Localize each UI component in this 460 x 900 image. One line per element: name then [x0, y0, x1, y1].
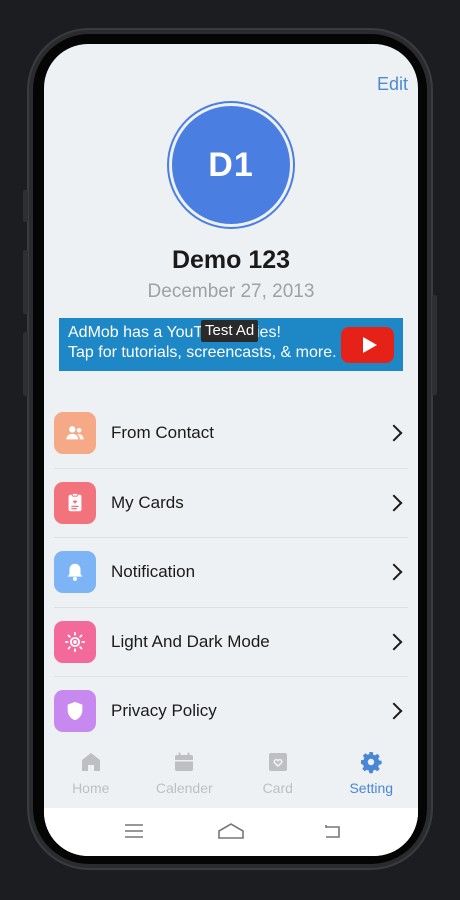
menu-icon[interactable] — [124, 822, 144, 840]
bottom-tab-bar: Home Calender Card Setting — [44, 736, 418, 808]
avatar-initials: D1 — [208, 145, 254, 184]
chevron-right-icon — [385, 563, 403, 581]
menu-item-label: Notification — [111, 562, 196, 582]
menu-item-notification[interactable]: Notification — [54, 538, 408, 608]
tab-label: Card — [262, 780, 293, 796]
home-icon — [81, 753, 100, 771]
tab-setting[interactable]: Setting — [325, 736, 419, 808]
side-button-mute — [23, 190, 28, 222]
system-nav-bar — [44, 808, 418, 856]
chevron-right-icon — [385, 494, 403, 512]
tab-label: Calender — [155, 780, 213, 796]
side-button-power — [432, 295, 437, 395]
settings-menu: From Contact My Cards Notification Light… — [54, 399, 408, 747]
menu-item-label: Light And Dark Mode — [111, 631, 270, 651]
chevron-right-icon — [385, 424, 403, 442]
tab-calender[interactable]: Calender — [138, 736, 232, 808]
app-screen: Edit D1 Demo 123 December 27, 2013 AdMob… — [44, 44, 418, 856]
chevron-right-icon — [385, 633, 403, 651]
side-button-volume-down — [23, 332, 28, 396]
avatar[interactable]: D1 — [169, 103, 293, 227]
profile-name: Demo 123 — [171, 246, 291, 274]
test-ad-badge: Test Ad — [201, 320, 259, 342]
profile-date: December 27, 2013 — [147, 281, 315, 302]
edit-button[interactable]: Edit — [377, 74, 408, 95]
ad-banner[interactable]: AdMob has a YouTube series! Tap for tuto… — [59, 318, 403, 371]
menu-item-light-dark-mode[interactable]: Light And Dark Mode — [54, 608, 408, 677]
calendar-icon — [175, 752, 194, 771]
tab-home[interactable]: Home — [44, 736, 138, 808]
back-icon[interactable] — [323, 822, 343, 840]
sun-icon — [54, 620, 96, 663]
notch — [186, 34, 276, 40]
gear-icon — [361, 752, 382, 774]
tab-label: Setting — [349, 780, 394, 796]
youtube-play-icon[interactable] — [341, 327, 394, 363]
home-outline-icon[interactable] — [218, 822, 244, 840]
tab-label: Home — [72, 780, 110, 796]
menu-item-label: Privacy Policy — [111, 701, 217, 721]
menu-item-label: My Cards — [111, 492, 184, 512]
tab-card[interactable]: Card — [231, 736, 325, 808]
menu-item-from-contact[interactable]: From Contact — [54, 399, 408, 469]
card-heart-icon — [54, 481, 96, 524]
chevron-right-icon — [385, 702, 403, 720]
bell-icon — [54, 551, 96, 594]
shield-icon — [54, 690, 96, 733]
menu-item-label: From Contact — [111, 423, 214, 443]
menu-item-my-cards[interactable]: My Cards — [54, 469, 408, 538]
contacts-icon — [54, 412, 96, 455]
card-icon — [268, 753, 287, 771]
side-button-volume-up — [23, 250, 28, 314]
